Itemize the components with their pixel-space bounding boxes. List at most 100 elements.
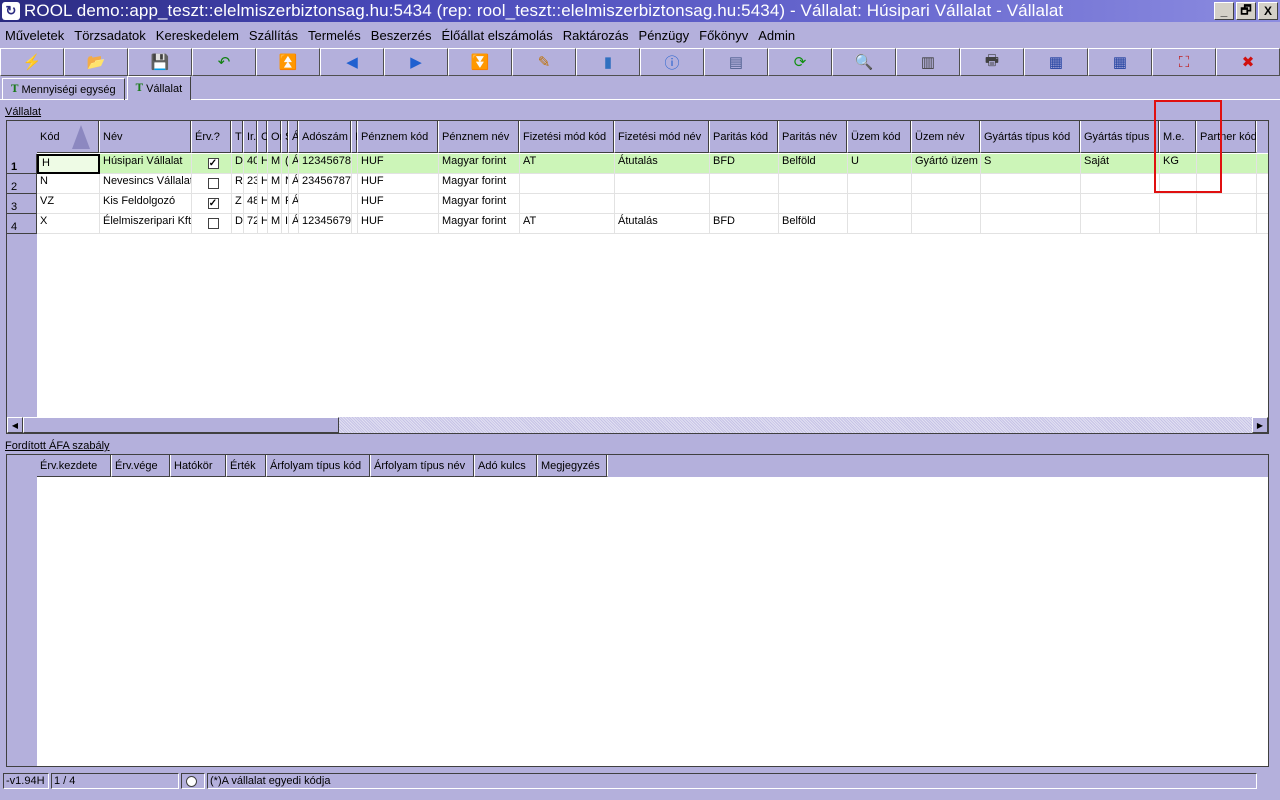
cell-t[interactable]: D: [232, 154, 244, 174]
row-number[interactable]: 2: [7, 174, 37, 194]
cell-p-nznem-n-v[interactable]: Magyar forint: [439, 174, 520, 194]
menu-item-0[interactable]: Műveletek: [0, 28, 69, 43]
cell-fizet-si-m-d-n-v[interactable]: Átutalás: [615, 214, 710, 234]
column-header[interactable]: Fizetési mód név: [615, 121, 710, 153]
cell-parit-s-k-d[interactable]: [710, 194, 779, 214]
cell--zem-n-v[interactable]: [912, 214, 981, 234]
toolbar-button-14[interactable]: ▥: [896, 48, 960, 76]
cell-s[interactable]: I: [282, 214, 289, 234]
menu-item-9[interactable]: Főkönyv: [694, 28, 753, 43]
cell-fizet-si-m-d-k-d[interactable]: [520, 174, 615, 194]
cell--[interactable]: Á: [289, 194, 299, 214]
cell-gy-rt-s-t-pus-k-d[interactable]: [981, 174, 1081, 194]
row-number[interactable]: 4: [7, 214, 37, 234]
menu-item-10[interactable]: Admin: [753, 28, 800, 43]
toolbar-button-19[interactable]: ✖: [1216, 48, 1280, 76]
cell-s[interactable]: F: [282, 194, 289, 214]
cell--rv-[interactable]: ✓: [192, 154, 232, 174]
cell-p-nznem-n-v[interactable]: Magyar forint: [439, 214, 520, 234]
afa-column-header[interactable]: Adó kulcs: [475, 455, 538, 477]
cell-ad-sz-m[interactable]: [299, 194, 352, 214]
cell-p-nznem-n-v[interactable]: Magyar forint: [439, 154, 520, 174]
cell-fizet-si-m-d-k-d[interactable]: [520, 194, 615, 214]
table-row[interactable]: HHúsipari Vállalat✓D40HM(Á12345678HUFMag…: [37, 154, 1268, 174]
toolbar-button-9[interactable]: ▮: [576, 48, 640, 76]
table-row[interactable]: VZKis Feldolgozó ✓ Z48HMFÁ HUFMagyar forint: [37, 194, 1268, 214]
cell-s[interactable]: N: [282, 174, 289, 194]
table-row[interactable]: NNevesincs VállalatR23HMNÁ23456787HUFMag…: [37, 174, 1268, 194]
toolbar-button-13[interactable]: 🔍: [832, 48, 896, 76]
cell-ad-sz-m[interactable]: 12345679: [299, 214, 352, 234]
checkbox-unchecked[interactable]: [207, 218, 219, 229]
column-header[interactable]: Paritás kód: [710, 121, 779, 153]
column-header[interactable]: Gyártás típus: [1081, 121, 1160, 153]
afa-column-header[interactable]: Érv.kezdete: [37, 455, 112, 477]
cell-parit-s-k-d[interactable]: BFD: [710, 214, 779, 234]
afa-column-header[interactable]: Árfolyam típus kód: [267, 455, 371, 477]
cell-n-v[interactable]: Nevesincs Vállalat: [100, 174, 192, 194]
cell-gy-rt-s-t-pus[interactable]: [1081, 174, 1160, 194]
cell-n-v[interactable]: Húsipari Vállalat: [100, 154, 192, 174]
cell-m-e-[interactable]: [1160, 214, 1197, 234]
toolbar-button-7[interactable]: ⏬: [448, 48, 512, 76]
cell-c[interactable]: H: [258, 194, 268, 214]
toolbar-button-18[interactable]: ⛶: [1152, 48, 1216, 76]
menu-item-8[interactable]: Pénzügy: [634, 28, 695, 43]
cell-n-v[interactable]: Kis Feldolgozó: [100, 194, 192, 214]
toolbar-button-8[interactable]: ✎: [512, 48, 576, 76]
cell-ir-[interactable]: 23: [244, 174, 258, 194]
toolbar-button-1[interactable]: 📂: [64, 48, 128, 76]
afa-column-header[interactable]: Árfolyam típus név: [371, 455, 475, 477]
cell-k-d[interactable]: N: [37, 174, 100, 194]
cell--zem-k-d[interactable]: U: [848, 154, 912, 174]
cell-or[interactable]: M: [268, 174, 282, 194]
cell-ir-[interactable]: 48: [244, 194, 258, 214]
toolbar-button-15[interactable]: 🖶: [960, 48, 1024, 76]
cell--[interactable]: Á: [289, 174, 299, 194]
column-header[interactable]: Üzem név: [912, 121, 981, 153]
cell--zem-k-d[interactable]: [848, 214, 912, 234]
column-header[interactable]: Fizetési mód kód: [520, 121, 615, 153]
cell-parit-s-n-v[interactable]: Belföld: [779, 154, 848, 174]
column-header[interactable]: Kód: [37, 121, 100, 153]
toolbar-button-5[interactable]: ◀: [320, 48, 384, 76]
column-header[interactable]: Érv.?: [192, 121, 232, 153]
cell-p-nznem-n-v[interactable]: Magyar forint: [439, 194, 520, 214]
cell-or[interactable]: M: [268, 194, 282, 214]
menu-item-3[interactable]: Szállítás: [244, 28, 303, 43]
cell-ad-sz-m[interactable]: 12345678: [299, 154, 352, 174]
column-header[interactable]: Or: [268, 121, 282, 153]
cell-ad-sz-m[interactable]: 23456787: [299, 174, 352, 194]
afa-column-header[interactable]: Érték: [227, 455, 267, 477]
cell-p-nznem-k-d[interactable]: HUF: [358, 194, 439, 214]
cell-k-d[interactable]: X: [37, 214, 100, 234]
cell-parit-s-k-d[interactable]: BFD: [710, 154, 779, 174]
radio-icon[interactable]: [186, 775, 197, 787]
cell-or[interactable]: M: [268, 214, 282, 234]
checkbox-unchecked[interactable]: [207, 178, 219, 189]
scroll-left-button[interactable]: ◀: [7, 417, 23, 433]
cell-fizet-si-m-d-n-v[interactable]: [615, 194, 710, 214]
cell-gy-rt-s-t-pus[interactable]: [1081, 214, 1160, 234]
cell-t[interactable]: Z: [232, 194, 244, 214]
minimize-button[interactable]: _: [1214, 2, 1234, 20]
cell-partner-k-d[interactable]: [1197, 214, 1257, 234]
menu-item-1[interactable]: Törzsadatok: [69, 28, 151, 43]
menu-item-2[interactable]: Kereskedelem: [151, 28, 244, 43]
close-window-button[interactable]: X: [1258, 2, 1278, 20]
cell--zem-n-v[interactable]: [912, 174, 981, 194]
toolbar-button-4[interactable]: ⏫: [256, 48, 320, 76]
toolbar-button-0[interactable]: ⚡: [0, 48, 64, 76]
menu-item-5[interactable]: Beszerzés: [366, 28, 437, 43]
column-header[interactable]: Pénznem név: [439, 121, 520, 153]
cell-fizet-si-m-d-n-v[interactable]: [615, 174, 710, 194]
column-header[interactable]: Pénznem kód: [358, 121, 439, 153]
cell--zem-k-d[interactable]: [848, 174, 912, 194]
column-header[interactable]: T: [232, 121, 244, 153]
column-header[interactable]: Név: [100, 121, 192, 153]
cell--[interactable]: Á: [289, 214, 299, 234]
cell--zem-n-v[interactable]: [912, 194, 981, 214]
cell-m-e-[interactable]: [1160, 194, 1197, 214]
menu-item-4[interactable]: Termelés: [303, 28, 366, 43]
cell--rv-[interactable]: [192, 214, 232, 234]
